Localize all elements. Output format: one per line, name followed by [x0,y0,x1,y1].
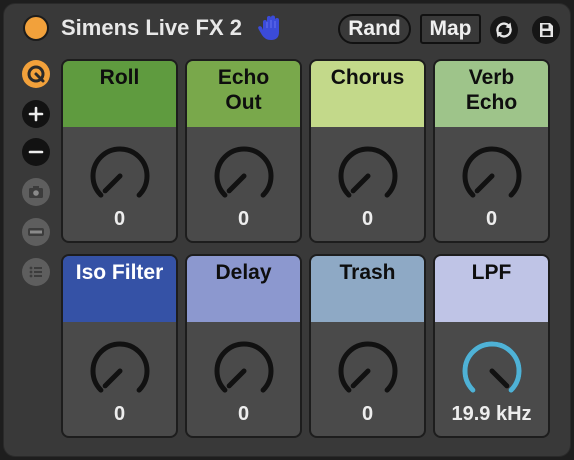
knob-dial[interactable] [461,145,523,207]
save-icon [540,23,553,37]
knob-dial[interactable] [89,340,151,402]
knob-track [462,146,522,198]
pad-value: 0 [361,403,374,425]
pad-label[interactable]: Trash [311,256,424,322]
pad-value: 19.9 kHz [451,403,532,425]
hand-icon [258,15,279,40]
pad-verb-echo: Verb Echo 0 [433,59,550,243]
pad-value: 0 [237,208,250,230]
rand-button[interactable]: Rand [338,14,411,44]
hotswap-icon [27,65,45,83]
minus-icon [28,150,44,154]
add-button[interactable] [22,100,50,128]
knob-dial[interactable] [461,340,523,402]
knob-track [214,146,274,198]
pad-iso-filter: Iso Filter 0 [61,254,178,438]
pad-delay: Delay 0 [185,254,302,438]
refresh-icon [496,22,512,38]
knob-dial[interactable] [337,340,399,402]
remove-button[interactable] [22,138,50,166]
knob-pointer [350,173,371,194]
sync-button[interactable] [490,16,518,44]
pad-value: 0 [237,403,250,425]
pad-label[interactable]: Roll [63,61,176,127]
knob-dial[interactable] [213,340,275,402]
pad-chorus: Chorus 0 [309,59,426,243]
knob-pointer [350,368,371,389]
collapse-button[interactable] [22,218,50,246]
camera-icon [29,186,43,198]
device-power-button[interactable] [23,15,49,41]
knob-track [338,341,398,393]
save-preset-button[interactable] [532,16,560,44]
knob-pointer [489,368,510,389]
pad-label[interactable]: Verb Echo [435,61,548,127]
knob-dial[interactable] [337,145,399,207]
pad-label[interactable]: Echo Out [187,61,300,127]
pad-label[interactable]: Chorus [311,61,424,127]
effect-rack-device: Simens Live FX 2 Rand Map Roll 0 Echo Ou… [3,3,571,457]
knob-dial[interactable] [213,145,275,207]
knob-track [338,146,398,198]
pad-value: 0 [361,208,374,230]
knob-dial[interactable] [89,145,151,207]
knob-pointer [226,173,247,194]
pad-value: 0 [485,208,498,230]
macro-list-button[interactable] [22,258,50,286]
pad-roll: Roll 0 [61,59,178,243]
knob-track [90,341,150,393]
knob-track [214,341,274,393]
pad-trash: Trash 0 [309,254,426,438]
title-bar: Simens Live FX 2 Rand Map [4,4,570,54]
list-icon [29,266,42,278]
minus-box-icon [28,228,44,236]
device-title: Simens Live FX 2 [61,15,242,40]
pad-lpf: LPF 19.9 kHz [433,254,550,438]
knob-fill [462,341,522,393]
pad-label[interactable]: Delay [187,256,300,322]
pad-value: 0 [113,403,126,425]
plus-icon [28,106,44,122]
knob-track [90,146,150,198]
knob-pointer [102,368,123,389]
pad-value: 0 [113,208,126,230]
snapshot-button[interactable] [22,178,50,206]
map-button[interactable]: Map [420,14,481,44]
pad-label[interactable]: LPF [435,256,548,322]
pad-echo-out: Echo Out 0 [185,59,302,243]
knob-pointer [102,173,123,194]
hotswap-button[interactable] [22,60,50,88]
knob-pointer [226,368,247,389]
pad-label[interactable]: Iso Filter [63,256,176,322]
knob-pointer [474,173,495,194]
